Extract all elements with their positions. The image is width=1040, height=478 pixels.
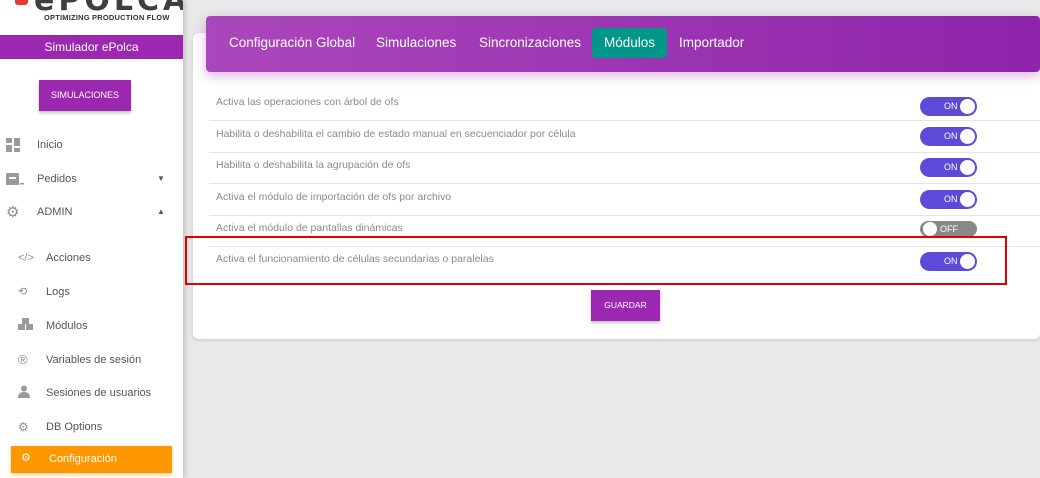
sidebar-item-admin[interactable]: ⚙ ADMIN ▲: [0, 200, 183, 226]
app-title-bar: Simulador ePolca: [0, 35, 183, 59]
sidebar-subitem-modulos[interactable]: Módulos: [0, 314, 183, 338]
sidebar-subitem-label: Acciones: [46, 252, 91, 264]
setting-label: Habilita o deshabilita la agrupación de …: [216, 159, 411, 171]
tab-configuracion-global[interactable]: Configuración Global: [217, 28, 367, 58]
tab-importador[interactable]: Importador: [667, 28, 756, 58]
toggle-state-label: ON: [944, 131, 958, 141]
sidebar-item-label: Inicio: [37, 139, 63, 151]
setting-toggle[interactable]: ON: [920, 190, 977, 209]
caret-up-icon: ▲: [157, 207, 165, 216]
setting-row: Habilita o deshabilita la agrupación de …: [209, 152, 1040, 184]
cubes-icon: [18, 318, 34, 334]
sidebar-subitem-label: Configuración: [49, 453, 117, 465]
history-icon: ⟲: [18, 286, 28, 298]
toggle-state-label: ON: [944, 101, 958, 111]
toggle-state-label: ON: [944, 162, 958, 172]
setting-label: Activa el módulo de pantallas dinámicas: [216, 222, 403, 234]
sidebar-item-inicio[interactable]: Inicio: [0, 133, 183, 159]
guardar-button[interactable]: GUARDAR: [591, 290, 660, 321]
gears-icon: ⚙: [6, 204, 20, 221]
tab-sincronizaciones[interactable]: Sincronizaciones: [467, 28, 593, 58]
setting-row: Activa el módulo de importación de ofs p…: [209, 184, 1040, 216]
tab-modulos[interactable]: Módulos: [592, 28, 668, 58]
toggle-knob: [960, 192, 975, 207]
setting-row: Activa las operaciones con árbol de ofs …: [209, 89, 1040, 121]
setting-toggle[interactable]: ON: [920, 158, 977, 177]
sidebar-item-pedidos[interactable]: Pedidos ▼: [0, 167, 183, 193]
cogs-icon: ⚙: [18, 420, 29, 434]
sidebar-item-label: Pedidos: [37, 173, 77, 185]
setting-label: Activa las operaciones con árbol de ofs: [216, 96, 399, 108]
setting-toggle[interactable]: ON: [920, 127, 977, 146]
setting-label: Habilita o deshabilita el cambio de esta…: [216, 128, 576, 140]
logo-dot: [15, 0, 28, 5]
sidebar-subitem-label: DB Options: [46, 421, 103, 433]
user-icon: [18, 385, 34, 401]
setting-toggle[interactable]: ON: [920, 97, 977, 116]
sidebar-subitem-configuracion[interactable]: ⚙ Configuración: [11, 446, 172, 473]
sidebar-subitem-db-options[interactable]: ⚙ DB Options: [0, 415, 183, 439]
tab-simulaciones[interactable]: Simulaciones: [364, 28, 468, 58]
setting-toggle[interactable]: OFF: [920, 221, 977, 237]
logo-tagline: OPTIMIZING PRODUCTION FLOW: [44, 13, 170, 22]
setting-row: Habilita o deshabilita el cambio de esta…: [209, 121, 1040, 153]
sidebar-subitem-label: Sesiones de usuarios: [46, 387, 152, 399]
sidebar-subitem-variables[interactable]: ® Variables de sesión: [0, 348, 183, 372]
code-icon: </>: [18, 252, 34, 264]
caret-down-icon: ▼: [157, 174, 165, 183]
sidebar-subitem-acciones[interactable]: </> Acciones: [0, 246, 183, 270]
logo: ePOLCA OPTIMIZING PRODUCTION FLOW: [0, 0, 183, 33]
inbox-icon: [6, 172, 24, 188]
toggle-knob: [923, 222, 937, 236]
toggle-state-label: ON: [944, 194, 958, 204]
sidebar-subitem-logs[interactable]: ⟲ Logs: [0, 280, 183, 304]
sidebar-subitem-label: Módulos: [46, 320, 88, 332]
sidebar-subitem-label: Variables de sesión: [46, 354, 142, 366]
sidebar-item-label: ADMIN: [37, 206, 73, 218]
toggle-knob: [960, 160, 975, 175]
highlight-box: [185, 236, 1007, 285]
toggle-knob: [960, 129, 975, 144]
dashboard-icon: [6, 138, 24, 154]
toggle-state-label: OFF: [940, 224, 958, 234]
toggle-knob: [960, 99, 975, 114]
registered-icon: ®: [18, 352, 28, 367]
sidebar-subitem-sesiones[interactable]: Sesiones de usuarios: [0, 381, 183, 405]
sidebar-subitem-label: Logs: [46, 286, 70, 298]
cogs-icon: ⚙: [21, 452, 31, 464]
simulaciones-button[interactable]: SIMULACIONES: [39, 80, 131, 111]
setting-label: Activa el módulo de importación de ofs p…: [216, 191, 452, 203]
tab-bar: Configuración Global Simulaciones Sincro…: [206, 16, 1040, 72]
sidebar: ePOLCA OPTIMIZING PRODUCTION FLOW Simula…: [0, 0, 183, 478]
